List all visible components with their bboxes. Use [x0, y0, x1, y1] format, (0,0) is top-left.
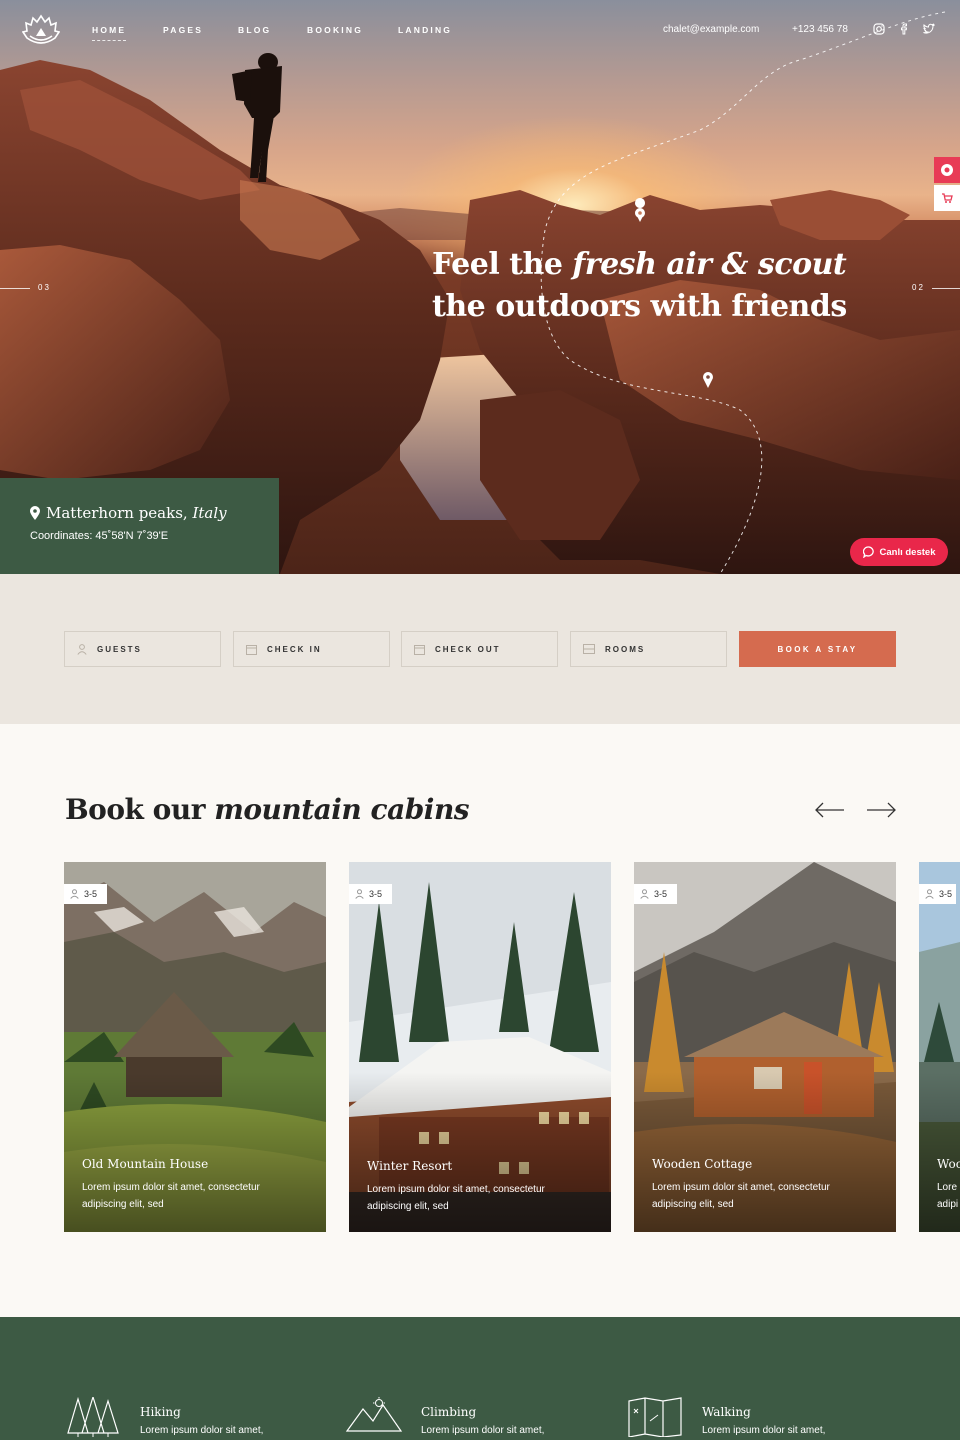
- cabin-name: Old Mountain House: [82, 1157, 209, 1171]
- user-icon: [640, 889, 649, 899]
- live-chat-label: Canlı destek: [879, 546, 936, 558]
- book-a-stay-button[interactable]: BOOK A STAY: [739, 631, 896, 667]
- guest-count-badge: 3-5: [349, 884, 393, 904]
- cabins-section-title: Book our mountain cabins: [65, 793, 470, 826]
- nav-pages[interactable]: PAGES: [163, 25, 203, 35]
- cabin-card-partial[interactable]: 3-5 Woo Lore adipi: [919, 862, 960, 1232]
- cabin-card-old-mountain-house[interactable]: 3-5 Old Mountain House Lorem ipsum dolor…: [64, 862, 326, 1232]
- nav-home[interactable]: HOME: [92, 25, 127, 41]
- instagram-icon[interactable]: [872, 22, 886, 36]
- trees-icon: [67, 1397, 119, 1437]
- nav-booking[interactable]: BOOKING: [307, 25, 363, 35]
- location-pin-icon: [30, 506, 40, 520]
- guest-count-badge: 3-5: [634, 884, 678, 904]
- cabin-description: Lorem ipsum dolor sit amet, consectetur …: [367, 1184, 545, 1212]
- location-title: Matterhorn peaks, Italy: [30, 504, 279, 522]
- cabins-title-plain: Book our: [65, 793, 215, 826]
- cabins-title-italic: mountain cabins: [214, 793, 470, 826]
- cabin-description: Lore adipi: [937, 1182, 959, 1210]
- location-card: Matterhorn peaks, Italy Coordinates: 45˚…: [0, 478, 279, 574]
- guests-field[interactable]: GUESTS: [64, 631, 221, 667]
- calendar-icon: [414, 644, 425, 655]
- slide-prev-number[interactable]: 03: [38, 283, 51, 292]
- location-country: Italy: [192, 504, 227, 522]
- feature-title-hiking: Hiking: [140, 1405, 181, 1419]
- feature-desc-walking: Lorem ipsum dolor sit amet,: [702, 1425, 826, 1436]
- guest-count-badge: 3-5: [919, 884, 957, 904]
- arrow-left-icon[interactable]: [815, 800, 845, 820]
- slide-next-line: [932, 288, 960, 289]
- guest-count: 3-5: [369, 889, 383, 899]
- facebook-icon[interactable]: [897, 22, 911, 36]
- user-icon: [70, 889, 79, 899]
- location-coordinates: Coordinates: 45˚58'N 7˚39'E: [30, 530, 169, 542]
- slide-prev-line: [0, 288, 30, 289]
- cabin-description: Lorem ipsum dolor sit amet, consectetur …: [652, 1182, 830, 1210]
- hero-section: HOME PAGES BLOG BOOKING LANDING chalet@e…: [0, 0, 960, 574]
- cabin-description: Lorem ipsum dolor sit amet, consectetur …: [82, 1182, 260, 1210]
- user-icon: [77, 643, 87, 655]
- arrow-right-icon[interactable]: [866, 800, 896, 820]
- location-name: Matterhorn peaks,: [46, 504, 188, 522]
- slide-next-number[interactable]: 02: [912, 283, 925, 292]
- rooms-field[interactable]: ROOMS: [570, 631, 727, 667]
- rooms-label: ROOMS: [605, 644, 646, 654]
- feature-title-walking: Walking: [702, 1405, 751, 1419]
- chat-bubble-icon: [862, 546, 874, 558]
- side-button-demo[interactable]: [934, 157, 960, 183]
- feature-title-climbing: Climbing: [421, 1405, 477, 1419]
- cabin-card-wooden-cottage[interactable]: 3-5 Wooden Cottage Lorem ipsum dolor sit…: [634, 862, 896, 1232]
- user-icon: [925, 889, 934, 899]
- nav-blog[interactable]: BLOG: [238, 25, 271, 35]
- side-button-cart[interactable]: [934, 185, 960, 211]
- check-out-field[interactable]: CHECK OUT: [401, 631, 558, 667]
- user-icon: [355, 889, 364, 899]
- cabin-card-winter-resort[interactable]: 3-5 Winter Resort Lorem ipsum dolor sit …: [349, 862, 611, 1232]
- cart-icon: [942, 193, 953, 203]
- map-icon: [628, 1397, 682, 1437]
- cabin-name: Woo: [937, 1157, 960, 1171]
- guests-label: GUESTS: [97, 644, 142, 654]
- bed-icon: [583, 644, 595, 654]
- hero-title-part1: Feel the: [432, 247, 573, 282]
- live-chat-button[interactable]: Canlı destek: [850, 538, 948, 566]
- hero-title-italic: fresh air & scout: [572, 247, 847, 282]
- guest-count: 3-5: [939, 889, 953, 899]
- side-toolbar: [934, 157, 960, 213]
- feature-desc-hiking: Lorem ipsum dolor sit amet,: [140, 1425, 264, 1436]
- lifebuoy-icon: [941, 164, 953, 176]
- feature-desc-climbing: Lorem ipsum dolor sit amet,: [421, 1425, 545, 1436]
- check-out-label: CHECK OUT: [435, 644, 501, 654]
- guest-count-badge: 3-5: [64, 884, 108, 904]
- booking-bar: GUESTS CHECK IN CHECK OUT ROOMS BOOK A S…: [0, 574, 960, 724]
- twitter-icon[interactable]: [922, 22, 936, 36]
- activities-section: Hiking Lorem ipsum dolor sit amet, Climb…: [0, 1317, 960, 1440]
- check-in-label: CHECK IN: [267, 644, 322, 654]
- calendar-icon: [246, 644, 257, 655]
- check-in-field[interactable]: CHECK IN: [233, 631, 390, 667]
- main-navigation: HOME PAGES BLOG BOOKING LANDING chalet@e…: [0, 0, 960, 60]
- nav-landing[interactable]: LANDING: [398, 25, 452, 35]
- cabin-name: Winter Resort: [367, 1159, 453, 1173]
- hero-title: Feel the fresh air & scout the outdoors …: [432, 244, 852, 328]
- cabin-name: Wooden Cottage: [652, 1157, 753, 1171]
- hero-title-part2: the outdoors with friends: [432, 289, 847, 324]
- mountain-sun-icon: [345, 1397, 403, 1432]
- logo-icon[interactable]: [22, 14, 60, 46]
- guest-count: 3-5: [654, 889, 668, 899]
- contact-email[interactable]: chalet@example.com: [663, 24, 759, 35]
- guest-count: 3-5: [84, 889, 98, 899]
- contact-phone[interactable]: +123 456 78: [792, 24, 848, 35]
